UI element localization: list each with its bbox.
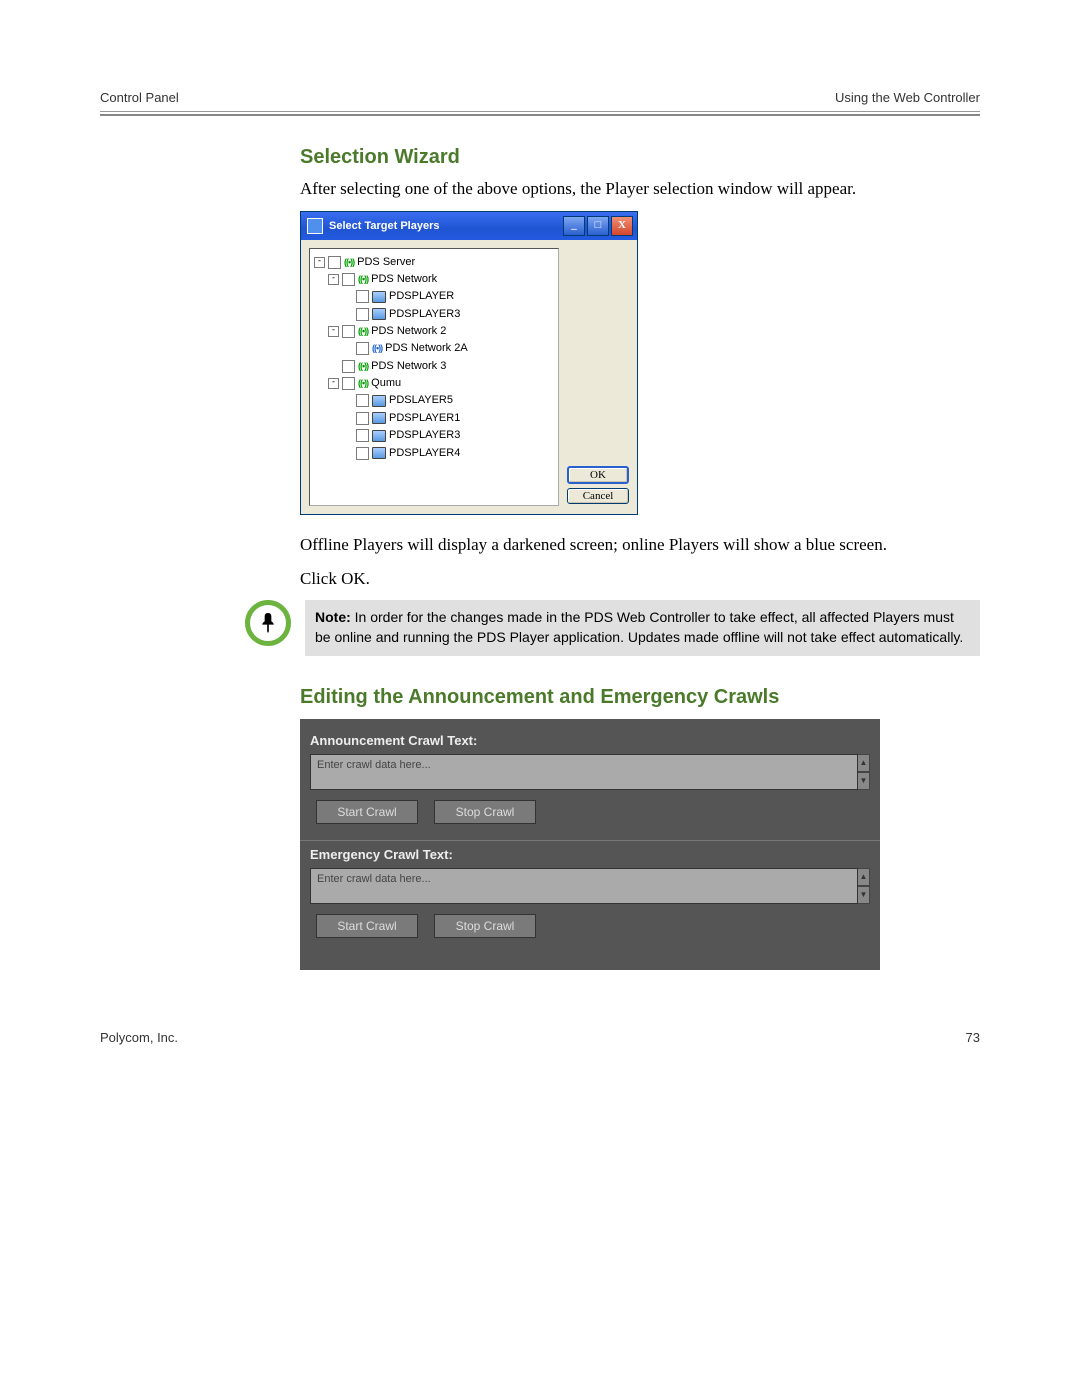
cancel-button[interactable]: Cancel [567, 488, 629, 504]
after-tree-note2: Click OK. [300, 567, 980, 591]
emergency-input[interactable]: Enter crawl data here... [310, 868, 858, 904]
network-icon: ((•)) [358, 272, 368, 287]
network-icon: ((•)) [358, 359, 368, 374]
wizard-intro: After selecting one of the above options… [300, 177, 980, 201]
announcement-label: Announcement Crawl Text: [310, 733, 870, 748]
tree-leaf[interactable]: PDSPLAYER3 [389, 307, 460, 322]
panel-divider [300, 840, 880, 841]
player-icon [372, 291, 386, 303]
close-button[interactable]: X [611, 216, 633, 236]
emergency-label: Emergency Crawl Text: [310, 847, 870, 862]
tree-checkbox[interactable] [356, 394, 369, 407]
tree-toggle[interactable]: - [328, 274, 339, 285]
pushpin-icon [245, 600, 291, 646]
tree-leaf[interactable]: PDSPLAYER1 [389, 411, 460, 426]
tree-checkbox[interactable] [342, 273, 355, 286]
tree-checkbox[interactable] [356, 342, 369, 355]
note-label: Note: [315, 609, 351, 625]
player-icon [372, 412, 386, 424]
footer-page: 73 [966, 1030, 980, 1045]
ok-button[interactable]: OK [567, 466, 629, 484]
tree-leaf[interactable]: PDSPLAYER3 [389, 428, 460, 443]
emergency-start-button[interactable]: Start Crawl [316, 914, 418, 938]
scroll-up-icon[interactable]: ▲ [858, 754, 870, 772]
dialog-title-icon [307, 218, 323, 234]
footer-left: Polycom, Inc. [100, 1030, 178, 1045]
emergency-stop-button[interactable]: Stop Crawl [434, 914, 536, 938]
header-left: Control Panel [100, 90, 179, 105]
after-tree-note1: Offline Players will display a darkened … [300, 533, 980, 557]
tree-leaf[interactable]: PDSPLAYER [389, 289, 454, 304]
player-icon [372, 430, 386, 442]
select-players-dialog: Select Target Players _ □ X - (( [300, 211, 638, 515]
player-icon [372, 308, 386, 320]
header-rule [100, 111, 980, 116]
crawl-panel: Announcement Crawl Text: Enter crawl dat… [300, 719, 880, 970]
scroll-down-icon[interactable]: ▼ [858, 886, 870, 904]
section-title-crawls: Editing the Announcement and Emergency C… [300, 686, 980, 709]
header-right: Using the Web Controller [835, 90, 980, 105]
section-title-wizard: Selection Wizard [300, 146, 980, 169]
tree-node[interactable]: PDS Network 2 [371, 324, 446, 339]
tree-node[interactable]: Qumu [371, 376, 401, 391]
tree-checkbox[interactable] [356, 447, 369, 460]
tree-leaf[interactable]: PDS Network 2A [385, 341, 468, 356]
tree-toggle[interactable]: - [314, 257, 325, 268]
tree-node-root[interactable]: PDS Server [357, 255, 415, 270]
tree-checkbox[interactable] [342, 377, 355, 390]
network-icon: ((•)) [372, 341, 382, 356]
maximize-button[interactable]: □ [587, 216, 609, 236]
dialog-title: Select Target Players [329, 220, 439, 232]
tree-checkbox[interactable] [342, 360, 355, 373]
tree-toggle[interactable]: - [328, 326, 339, 337]
dialog-titlebar[interactable]: Select Target Players _ □ X [301, 212, 637, 240]
player-icon [372, 447, 386, 459]
announcement-input[interactable]: Enter crawl data here... [310, 754, 858, 790]
tree-leaf[interactable]: PDSPLAYER4 [389, 446, 460, 461]
note-text: In order for the changes made in the PDS… [315, 609, 963, 645]
tree-checkbox[interactable] [356, 308, 369, 321]
tree-checkbox[interactable] [328, 256, 341, 269]
tree-checkbox[interactable] [356, 412, 369, 425]
tree-node[interactable]: PDS Network [371, 272, 437, 287]
minimize-button[interactable]: _ [563, 216, 585, 236]
tree-checkbox[interactable] [356, 290, 369, 303]
scroll-up-icon[interactable]: ▲ [858, 868, 870, 886]
scroll-down-icon[interactable]: ▼ [858, 772, 870, 790]
player-tree[interactable]: - ((•)) PDS Server - ((• [309, 248, 559, 506]
network-icon: ((•)) [358, 376, 368, 391]
tree-toggle[interactable]: - [328, 378, 339, 389]
tree-leaf[interactable]: PDSLAYER5 [389, 393, 453, 408]
network-icon: ((•)) [344, 255, 354, 270]
note-box: Note: In order for the changes made in t… [305, 600, 980, 655]
announcement-start-button[interactable]: Start Crawl [316, 800, 418, 824]
tree-node[interactable]: PDS Network 3 [371, 359, 446, 374]
player-icon [372, 395, 386, 407]
tree-checkbox[interactable] [342, 325, 355, 338]
network-icon: ((•)) [358, 324, 368, 339]
tree-checkbox[interactable] [356, 429, 369, 442]
announcement-stop-button[interactable]: Stop Crawl [434, 800, 536, 824]
